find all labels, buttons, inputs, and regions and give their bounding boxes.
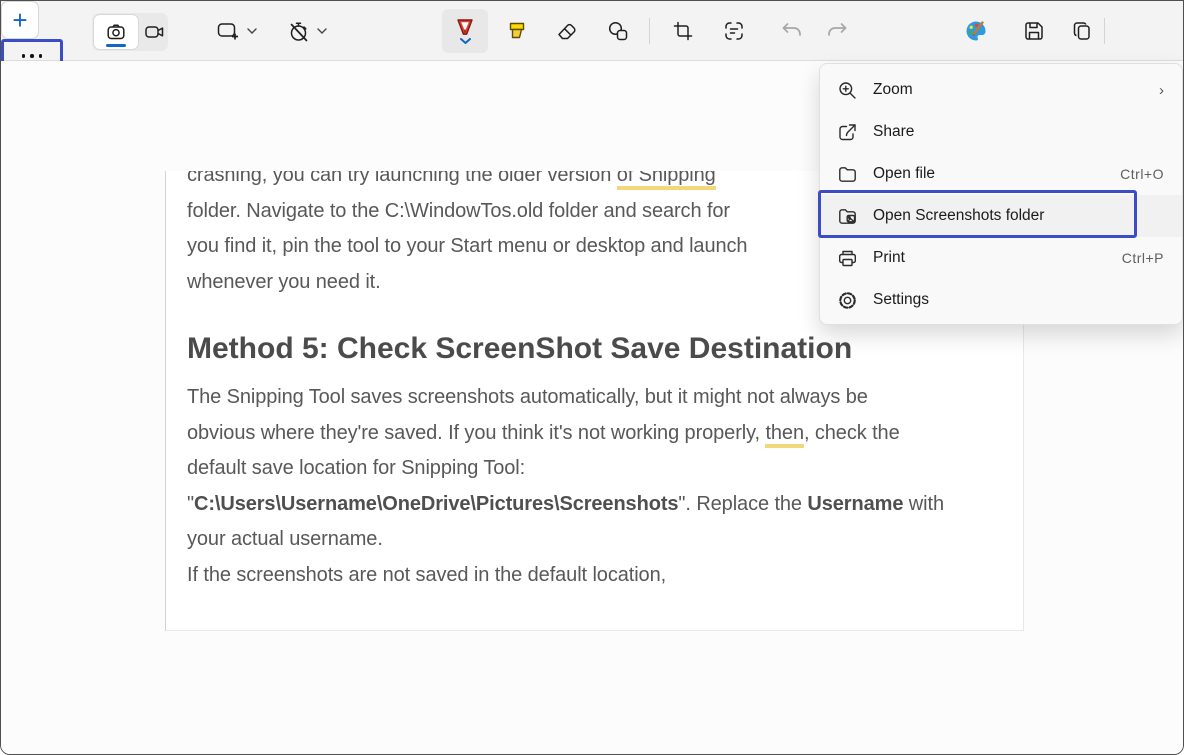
ballpoint-pen-button[interactable]: [442, 9, 488, 53]
toolbar-divider: [1104, 18, 1105, 44]
screenshots-folder-icon: [837, 206, 858, 227]
shapes-button[interactable]: [597, 11, 639, 51]
text-segment: ": [187, 493, 194, 515]
chevron-down-icon: [317, 28, 327, 34]
text-segment: crashing, you can try launching the olde…: [187, 171, 617, 186]
menu-item-label: Share: [873, 123, 914, 141]
menu-item-label: Print: [873, 249, 905, 267]
menu-item-open-screenshots-folder[interactable]: Open Screenshots folder: [820, 195, 1182, 237]
text-segment: your actual username.: [187, 528, 383, 550]
document-line: obvious where they're saved. If you thin…: [187, 416, 1024, 452]
new-snip-button[interactable]: +: [1, 1, 39, 39]
menu-item-open-file[interactable]: Open file Ctrl+O: [820, 153, 1182, 195]
palette-icon: [963, 18, 989, 44]
highlighter-icon: [506, 21, 528, 41]
bold-text: Username: [807, 493, 903, 515]
yellow-underlined-text: of Snipping: [617, 171, 716, 190]
undo-button[interactable]: [772, 11, 812, 51]
selected-mode-indicator: [106, 44, 126, 47]
text-segment: whenever you need it.: [187, 271, 381, 293]
redo-icon: [825, 21, 849, 41]
document-line: "C:\Users\Username\OneDrive\Pictures\Scr…: [187, 487, 1024, 523]
toolbar: +: [1, 1, 1183, 61]
shapes-icon: [607, 20, 629, 42]
editing-canvas[interactable]: crashing, you can try launching the olde…: [1, 61, 1183, 755]
text-actions-icon: [723, 20, 745, 42]
text-segment: If the screenshots are not saved in the …: [187, 564, 666, 586]
video-camera-icon: [144, 23, 165, 41]
text-segment: The Snipping Tool saves screenshots auto…: [187, 386, 868, 408]
text-segment: with: [903, 493, 944, 515]
text-segment: Method 5: Check ScreenShot Save Destinat…: [187, 332, 852, 365]
redo-button[interactable]: [817, 11, 857, 51]
color-palette-button[interactable]: [956, 11, 996, 51]
menu-item-print[interactable]: Print Ctrl+P: [820, 237, 1182, 279]
eraser-button[interactable]: [546, 11, 588, 51]
menu-item-label: Open file: [873, 165, 935, 183]
document-line: your actual username.: [187, 522, 1024, 558]
camera-icon: [106, 22, 126, 42]
crop-icon: [672, 20, 694, 42]
bold-text: C:\Users\Username\OneDrive\Pictures\Scre…: [194, 493, 678, 515]
rectangle-snip-icon: [216, 21, 240, 41]
save-button[interactable]: [1014, 11, 1054, 51]
chevron-right-icon: ›: [1159, 82, 1164, 99]
chevron-down-icon: [460, 38, 471, 44]
menu-item-zoom[interactable]: Zoom ›: [820, 69, 1182, 111]
ellipsis-icon: [22, 54, 26, 58]
red-pen-icon: [454, 18, 476, 37]
crop-button[interactable]: [662, 11, 704, 51]
save-icon: [1023, 20, 1045, 42]
photo-mode-button[interactable]: [93, 14, 139, 50]
delay-timer-dropdown[interactable]: [278, 11, 336, 51]
ellipsis-icon: [30, 54, 34, 58]
text-actions-button[interactable]: [713, 11, 755, 51]
text-segment: ". Replace the: [678, 493, 807, 515]
highlighter-button[interactable]: [496, 11, 538, 51]
keyboard-shortcut: Ctrl+P: [1122, 250, 1164, 266]
more-options-menu: Zoom › Share Open file Ctrl+O Open Screens…: [819, 63, 1183, 325]
document-line: default save location for Snipping Tool:: [187, 451, 1024, 487]
document-line: If the screenshots are not saved in the …: [187, 558, 1024, 594]
text-segment: , check the: [804, 422, 900, 444]
timer-off-icon: [287, 20, 310, 43]
video-mode-button[interactable]: [140, 13, 168, 51]
share-icon: [837, 122, 858, 143]
chevron-down-icon: [247, 28, 257, 34]
document-heading: Method 5: Check ScreenShot Save Destinat…: [187, 328, 1024, 370]
copy-icon: [1071, 20, 1093, 42]
keyboard-shortcut: Ctrl+O: [1120, 166, 1164, 182]
eraser-icon: [556, 21, 578, 41]
capture-mode-switch: [92, 13, 168, 51]
menu-item-label: Open Screenshots folder: [873, 207, 1044, 225]
menu-item-label: Zoom: [873, 81, 913, 99]
yellow-underlined-text: then: [765, 422, 804, 448]
toolbar-divider: [649, 18, 650, 44]
copy-button[interactable]: [1062, 11, 1102, 51]
menu-item-settings[interactable]: Settings: [820, 279, 1182, 321]
document-line: The Snipping Tool saves screenshots auto…: [187, 380, 1024, 416]
undo-icon: [780, 21, 804, 41]
ellipsis-icon: [39, 54, 43, 58]
snip-shape-dropdown[interactable]: [208, 11, 264, 51]
folder-icon: [837, 164, 858, 185]
text-segment: you find it, pin the tool to your Start …: [187, 235, 747, 257]
text-segment: folder. Navigate to the C:\WindowTos.old…: [187, 200, 730, 222]
printer-icon: [837, 248, 858, 269]
menu-item-share[interactable]: Share: [820, 111, 1182, 153]
text-segment: obvious where they're saved. If you thin…: [187, 422, 765, 444]
snipping-tool-window: +: [0, 0, 1184, 755]
menu-item-label: Settings: [873, 291, 929, 309]
zoom-in-icon: [837, 80, 858, 101]
text-segment: default save location for Snipping Tool:: [187, 457, 525, 479]
gear-icon: [837, 290, 858, 311]
